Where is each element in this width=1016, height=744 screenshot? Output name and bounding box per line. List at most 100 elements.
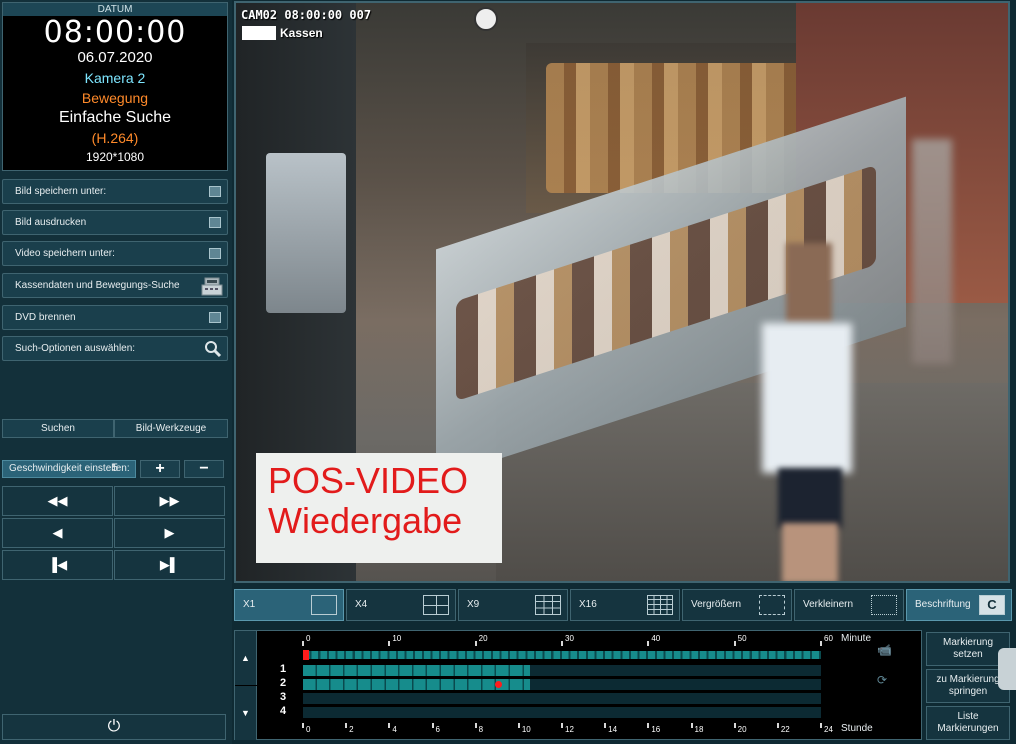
minute-axis-label: Minute xyxy=(841,633,872,644)
timeline-up-button[interactable]: ▲ xyxy=(235,631,257,685)
row-label-2: 2 xyxy=(279,677,287,689)
save-image-button[interactable]: Bild speichern unter: xyxy=(2,179,228,204)
save-video-button[interactable]: Video speichern unter: xyxy=(2,241,228,266)
minute-position-marker xyxy=(303,650,309,660)
row-label-3: 3 xyxy=(279,691,287,703)
video-save-icon xyxy=(209,248,221,259)
speed-plus-button[interactable]: + xyxy=(140,460,180,478)
pos-motion-search-button[interactable]: Kassendaten und Bewegungs-Suche xyxy=(2,273,228,298)
power-icon: ⏻ xyxy=(107,718,121,735)
view-x1-button[interactable]: X1 xyxy=(234,589,344,621)
side-panel-tab[interactable] xyxy=(998,648,1016,690)
hour-tick-label: 6 xyxy=(435,725,440,734)
view-x4-button[interactable]: X4 xyxy=(346,589,456,621)
hour-tick xyxy=(690,723,693,728)
overlay-line-1: POS-VIDEO xyxy=(268,460,469,501)
speed-minus-button[interactable]: − xyxy=(184,460,224,478)
info-date: 06.07.2020 xyxy=(77,49,153,66)
video-view[interactable]: CAM02 08:00:00 007 Kassen POS-VIDEO Wied… xyxy=(234,1,1010,583)
view-x1-label: X1 xyxy=(243,599,256,610)
dvd-icon xyxy=(209,312,221,323)
burn-dvd-button[interactable]: DVD brennen xyxy=(2,305,228,330)
camera-track-1[interactable] xyxy=(303,665,821,676)
row-label-4: 4 xyxy=(279,705,287,717)
print-image-label: Bild ausdrucken xyxy=(15,217,87,228)
skip-to-end-button[interactable]: ▶▌ xyxy=(114,550,225,580)
fast-rewind-icon: ◀◀ xyxy=(47,493,68,508)
image-tools-button[interactable]: Bild-Werkzeuge xyxy=(114,419,228,438)
overlay-line-2: Wiedergabe xyxy=(268,500,463,541)
info-search-mode: Einfache Suche xyxy=(58,109,172,126)
skip-to-start-button[interactable]: ▐◀ xyxy=(2,550,113,580)
burn-dvd-label: DVD brennen xyxy=(15,312,76,323)
camera-track-3[interactable] xyxy=(303,693,821,704)
hour-tick-label: 14 xyxy=(608,725,618,734)
hour-tick xyxy=(561,723,563,728)
magnifier-icon xyxy=(205,341,222,358)
fast-rewind-button[interactable]: ◀◀ xyxy=(2,486,113,516)
hour-tick xyxy=(388,723,391,728)
fast-forward-button[interactable]: ▶▶ xyxy=(114,486,225,516)
search-options-button[interactable]: Such-Optionen auswählen: xyxy=(2,336,228,361)
view-x4-label: X4 xyxy=(355,599,368,610)
zoom-in-label: Vergrößern xyxy=(691,599,742,610)
view-x16-button[interactable]: X16 xyxy=(570,589,680,621)
minute-tick-label: 30 xyxy=(565,634,574,643)
view-x16-label: X16 xyxy=(579,599,597,610)
scene-clock xyxy=(474,7,498,31)
skip-end-icon: ▶▌ xyxy=(159,557,180,572)
hour-tick xyxy=(776,723,779,728)
minute-tick xyxy=(302,641,304,646)
minute-tick xyxy=(733,641,736,646)
hour-tick-label: 24 xyxy=(824,725,833,734)
hour-tick xyxy=(733,723,736,728)
osd-masked-box xyxy=(242,26,276,40)
zoom-out-button[interactable]: Verkleinern xyxy=(794,589,904,621)
play-icon: ▶ xyxy=(164,525,175,540)
hour-tick xyxy=(820,723,822,728)
view-x9-label: X9 xyxy=(467,599,480,610)
scene-person-background xyxy=(912,139,952,364)
step-back-button[interactable]: ◀ xyxy=(2,518,113,548)
save-image-label: Bild speichern unter: xyxy=(15,186,107,197)
zoom-out-icon xyxy=(871,595,897,615)
save-video-label: Video speichern unter: xyxy=(15,248,115,259)
sixteen-view-icon xyxy=(647,595,673,615)
search-button[interactable]: Suchen xyxy=(2,419,114,438)
zoom-in-button[interactable]: Vergrößern xyxy=(682,589,792,621)
recording-fill-1 xyxy=(303,665,530,676)
hour-tick xyxy=(517,723,520,728)
print-image-button[interactable]: Bild ausdrucken xyxy=(2,210,228,235)
step-back-icon: ◀ xyxy=(52,525,63,540)
video-osd-sub: Kassen xyxy=(280,26,323,40)
cash-register-icon xyxy=(201,277,223,296)
view-x9-button[interactable]: X9 xyxy=(458,589,568,621)
play-button[interactable]: ▶ xyxy=(114,518,225,548)
camera-track-2[interactable] xyxy=(303,679,821,690)
save-icon xyxy=(209,186,221,197)
timeline-down-button[interactable]: ▼ xyxy=(235,686,257,740)
fast-forward-icon: ▶▶ xyxy=(159,493,180,508)
hour-tick xyxy=(604,723,607,728)
hour-tick-label: 18 xyxy=(694,725,704,734)
refresh-icon[interactable]: ⟳ xyxy=(877,673,887,687)
pos-video-overlay: POS-VIDEO Wiedergabe xyxy=(256,453,502,563)
hour-tick-label: 2 xyxy=(349,725,354,734)
hour-tick xyxy=(302,723,304,728)
marker-list-button[interactable]: Liste Markierungen xyxy=(926,706,1010,740)
minute-tick xyxy=(820,641,822,646)
hour-tick-label: 16 xyxy=(651,725,661,734)
info-time: 08:00:00 xyxy=(43,15,187,50)
timeline-panel[interactable]: ▲ ▼ Minute Stunde 1 2 3 4 📹 ⟳ 0 10 20 30 40 5… xyxy=(234,630,922,740)
camera-track-4[interactable] xyxy=(303,707,821,718)
arrow-down-icon: ▼ xyxy=(241,708,250,718)
power-button[interactable]: ⏻ xyxy=(2,714,226,740)
minute-tick xyxy=(647,641,650,646)
caption-button[interactable]: Beschriftung C xyxy=(906,589,1012,621)
print-icon xyxy=(209,217,221,228)
minute-tick xyxy=(474,641,477,646)
motion-event-marker[interactable] xyxy=(494,681,502,688)
minute-track[interactable] xyxy=(303,651,821,659)
pos-motion-search-label: Kassendaten und Bewegungs-Suche xyxy=(15,280,180,291)
video-osd: CAM02 08:00:00 007 xyxy=(241,8,372,22)
